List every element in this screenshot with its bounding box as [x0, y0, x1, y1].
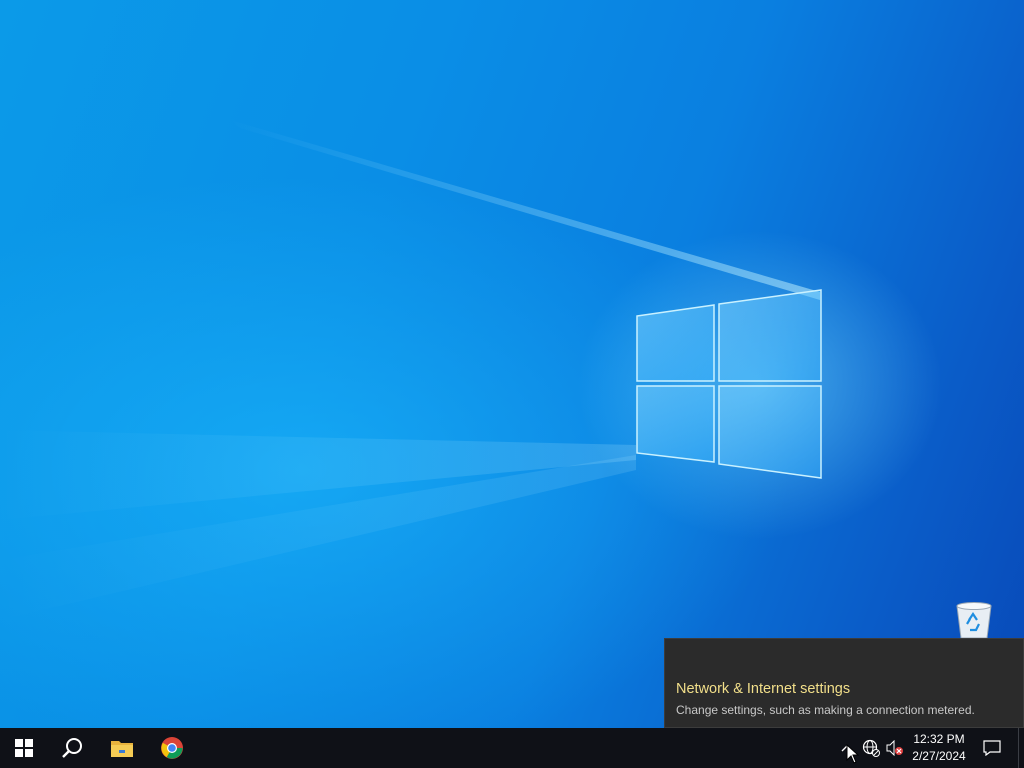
action-center-button[interactable]	[974, 728, 1010, 768]
desktop	[0, 0, 1024, 728]
show-desktop-button[interactable]	[1018, 728, 1024, 768]
wallpaper-light-beams	[0, 120, 820, 620]
tooltip-title: Network & Internet settings	[676, 681, 851, 697]
folder-icon	[111, 741, 133, 757]
clock-date: 2/27/2024	[912, 749, 966, 763]
windows-logo-icon	[15, 739, 33, 757]
clock-time: 12:32 PM	[913, 732, 965, 746]
mouse-cursor-icon	[846, 744, 860, 764]
windows-wallpaper-logo-icon	[636, 289, 822, 479]
search-icon	[62, 738, 82, 758]
chrome-icon	[161, 737, 183, 759]
volume-tray-button[interactable]	[884, 728, 906, 768]
globe-network-icon	[862, 739, 880, 757]
action-center-icon	[983, 740, 1001, 756]
chrome-button[interactable]	[148, 728, 196, 768]
taskbar: 12:32 PM 2/27/2024	[0, 728, 1024, 768]
network-tooltip: Network & Internet settings Change setti…	[664, 638, 1024, 728]
volume-muted-icon	[886, 740, 903, 756]
network-tray-button[interactable]	[860, 728, 882, 768]
recycle-bin-icon[interactable]	[952, 600, 996, 640]
start-button[interactable]	[0, 728, 48, 768]
clock-button[interactable]: 12:32 PM 2/27/2024	[906, 728, 972, 768]
file-explorer-button[interactable]	[98, 728, 146, 768]
tooltip-description: Change settings, such as making a connec…	[676, 703, 975, 717]
search-button[interactable]	[48, 728, 96, 768]
